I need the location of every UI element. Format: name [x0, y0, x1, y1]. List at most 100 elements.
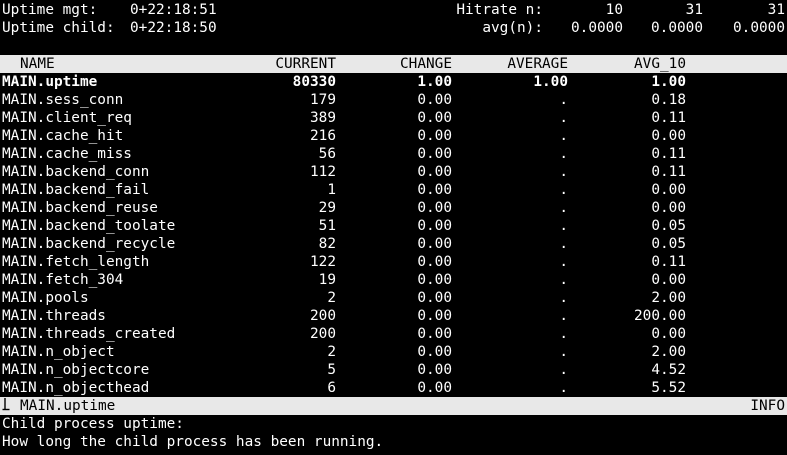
counter-name: MAIN.backend_recycle	[2, 236, 176, 252]
counter-avg-10: 5.52	[651, 380, 686, 396]
counter-current: 56	[318, 146, 336, 162]
counter-current: 29	[318, 200, 336, 216]
column-average[interactable]: AVERAGE	[480, 55, 568, 73]
table-row[interactable]: MAIN.cache_hit 216 0.00. 0.00	[0, 127, 787, 145]
table-row[interactable]: MAIN.threads 200 0.00. 200.00	[0, 307, 787, 325]
counter-change: 0.00	[417, 164, 452, 180]
counter-average: .	[559, 218, 568, 234]
counter-name: MAIN.backend_conn	[2, 164, 150, 180]
table-row[interactable]: MAIN.n_objecthead 6 0.00. 5.52	[0, 379, 787, 397]
table-row[interactable]: MAIN.fetch_304 19 0.00. 0.00	[0, 271, 787, 289]
table-row[interactable]: MAIN.cache_miss 56 0.00. 0.11	[0, 145, 787, 163]
description-text: How long the child process has been runn…	[2, 434, 384, 450]
avg-value-3: 0.0000	[733, 20, 785, 36]
counter-name: MAIN.n_object	[2, 344, 115, 360]
counter-avg-10: 0.11	[651, 254, 686, 270]
counter-change: 0.00	[417, 110, 452, 126]
counter-avg-10: 0.00	[651, 182, 686, 198]
counter-current: 6	[327, 380, 336, 396]
counter-average: .	[559, 290, 568, 306]
counter-average: .	[559, 182, 568, 198]
counter-current: 80330	[292, 74, 336, 90]
avg-value-1: 0.0000	[571, 20, 623, 36]
verbosity-level[interactable]: INFO	[750, 397, 785, 415]
hitrate-value-2: 31	[685, 2, 703, 18]
counter-avg-10: 0.05	[651, 236, 686, 252]
counter-change: 0.00	[417, 308, 452, 324]
hitrate-value-1: 10	[605, 2, 623, 18]
counter-average: 1.00	[533, 74, 568, 90]
counter-avg-10: 2.00	[651, 344, 686, 360]
table-row[interactable]: MAIN.backend_toolate 51 0.00. 0.05	[0, 217, 787, 235]
table-row[interactable]: MAIN.backend_conn 112 0.00. 0.11	[0, 163, 787, 181]
counter-average: .	[559, 200, 568, 216]
counter-change: 0.00	[417, 344, 452, 360]
counter-current: 2	[327, 344, 336, 360]
uptime-child-label: Uptime child:	[2, 20, 115, 36]
table-row-selected[interactable]: MAIN.uptime 80330 1.00 1.00 1.00	[0, 73, 787, 91]
counter-current: 5	[327, 362, 336, 378]
counter-avg-10: 200.00	[634, 308, 686, 324]
counter-average: .	[559, 362, 568, 378]
counter-name: MAIN.threads_created	[2, 326, 176, 342]
counter-name: MAIN.sess_conn	[2, 92, 124, 108]
column-name[interactable]: NAME	[20, 55, 55, 73]
counter-change: 0.00	[417, 218, 452, 234]
counter-change: 0.00	[417, 362, 452, 378]
column-change[interactable]: CHANGE	[370, 55, 452, 73]
counter-change: 0.00	[417, 200, 452, 216]
counter-change: 1.00	[417, 74, 452, 90]
counter-avg-10: 0.11	[651, 146, 686, 162]
selected-counter-name: MAIN.uptime	[20, 398, 116, 414]
counter-average: .	[559, 146, 568, 162]
counter-current: 51	[318, 218, 336, 234]
table-row[interactable]: MAIN.fetch_length 122 0.00. 0.11	[0, 253, 787, 271]
counter-change: 0.00	[417, 236, 452, 252]
counter-change: 0.00	[417, 326, 452, 342]
counter-change: 0.00	[417, 254, 452, 270]
table-row[interactable]: MAIN.sess_conn 179 0.00. 0.18	[0, 91, 787, 109]
counter-change: 0.00	[417, 128, 452, 144]
table-row[interactable]: MAIN.threads_created 200 0.00. 0.00	[0, 325, 787, 343]
counter-name: MAIN.pools	[2, 290, 89, 306]
table-row[interactable]: MAIN.backend_reuse 29 0.00. 0.00	[0, 199, 787, 217]
counter-name: MAIN.fetch_length	[2, 254, 150, 270]
counter-current: 179	[310, 92, 336, 108]
column-avg-10[interactable]: AVG_10	[600, 55, 686, 73]
counter-average: .	[559, 254, 568, 270]
column-current[interactable]: CURRENT	[260, 55, 336, 73]
counter-current: 19	[318, 272, 336, 288]
counter-average: .	[559, 308, 568, 324]
table-row[interactable]: MAIN.backend_fail 1 0.00. 0.00	[0, 181, 787, 199]
counter-name: MAIN.backend_toolate	[2, 218, 176, 234]
counter-avg-10: 4.52	[651, 362, 686, 378]
counter-average: .	[559, 380, 568, 396]
counter-change: 0.00	[417, 182, 452, 198]
table-row[interactable]: MAIN.n_object 2 0.00. 2.00	[0, 343, 787, 361]
counter-current: 112	[310, 164, 336, 180]
counter-avg-10: 0.05	[651, 218, 686, 234]
counter-current: 216	[310, 128, 336, 144]
avg-value-2: 0.0000	[651, 20, 703, 36]
counter-current: 122	[310, 254, 336, 270]
counter-average: .	[559, 110, 568, 126]
counter-avg-10: 0.11	[651, 110, 686, 126]
counter-average: .	[559, 164, 568, 180]
table-row[interactable]: MAIN.backend_recycle 82 0.00. 0.05	[0, 235, 787, 253]
counter-average: .	[559, 344, 568, 360]
counter-avg-10: 1.00	[651, 74, 686, 90]
counter-change: 0.00	[417, 92, 452, 108]
counter-name: MAIN.cache_hit	[2, 128, 124, 144]
uptime-child-value: 0+22:18:50	[130, 20, 217, 36]
counter-average: .	[559, 92, 568, 108]
table-row[interactable]: MAIN.pools 2 0.00. 2.00	[0, 289, 787, 307]
counter-avg-10: 0.18	[651, 92, 686, 108]
scroll-marker-icon	[2, 398, 10, 411]
counter-current: 389	[310, 110, 336, 126]
hitrate-value-3: 31	[767, 2, 785, 18]
table-row[interactable]: MAIN.n_objectcore 5 0.00. 4.52	[0, 361, 787, 379]
uptime-mgt-label: Uptime mgt:	[2, 2, 98, 18]
table-row[interactable]: MAIN.client_req 389 0.00. 0.11	[0, 109, 787, 127]
counter-change: 0.00	[417, 146, 452, 162]
counter-avg-10: 0.00	[651, 128, 686, 144]
